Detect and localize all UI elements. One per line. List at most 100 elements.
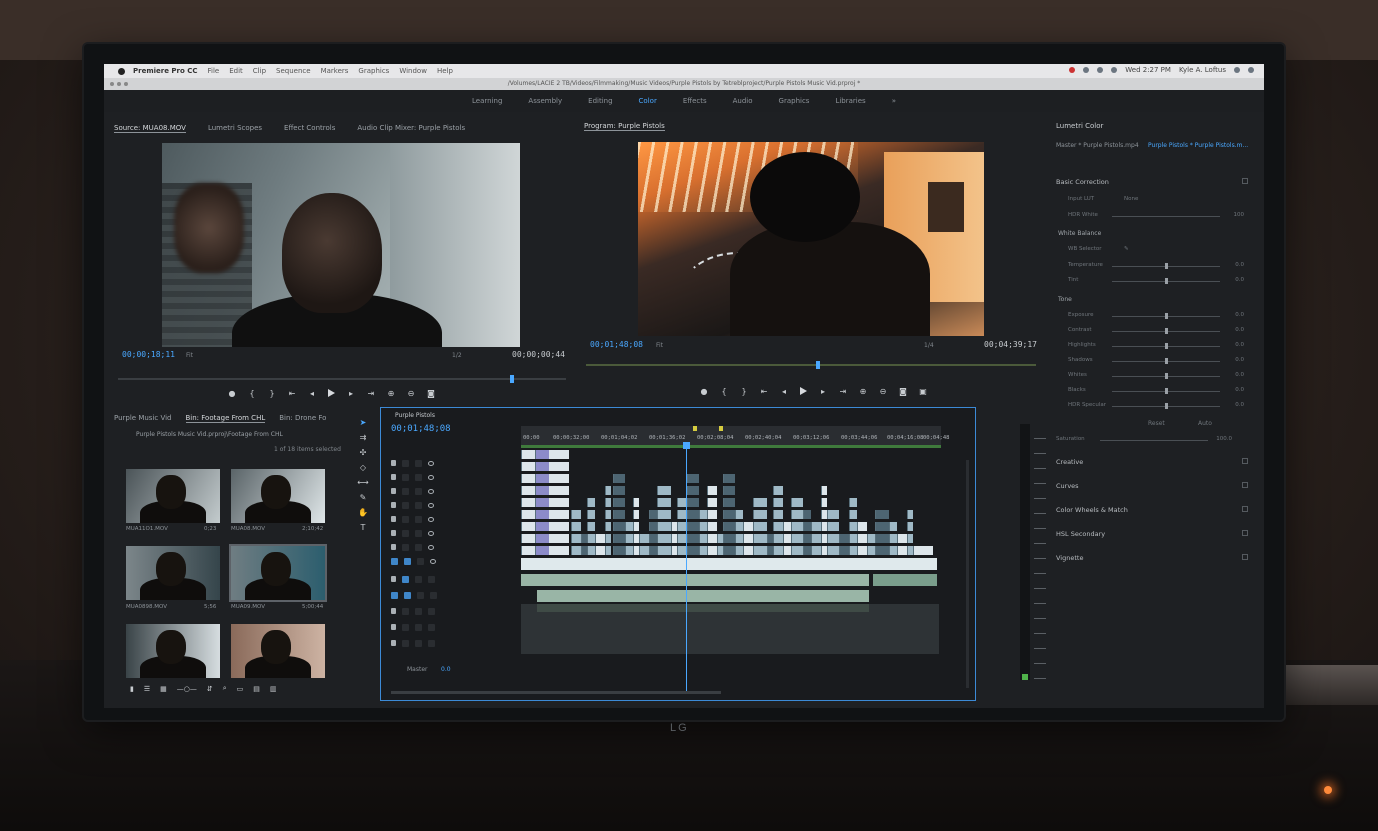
video-clip[interactable] bbox=[791, 510, 803, 519]
slider-knob[interactable] bbox=[1165, 373, 1168, 379]
eye-icon[interactable] bbox=[428, 474, 434, 480]
video-clip[interactable] bbox=[773, 546, 783, 555]
video-clip[interactable] bbox=[735, 534, 743, 543]
track-target-a2[interactable] bbox=[404, 591, 411, 599]
video-clip[interactable] bbox=[657, 546, 671, 555]
mark-in-icon[interactable]: ● bbox=[228, 389, 236, 398]
lock-icon[interactable] bbox=[391, 502, 396, 508]
icon-view-icon[interactable]: ▦ bbox=[160, 685, 167, 693]
clip-thumbnail[interactable] bbox=[126, 469, 220, 523]
solo-icon[interactable] bbox=[428, 639, 435, 647]
track-target-icon[interactable] bbox=[415, 501, 422, 509]
video-clip[interactable] bbox=[605, 534, 611, 543]
video-clip[interactable] bbox=[907, 510, 913, 519]
menu-file[interactable]: File bbox=[208, 67, 220, 75]
video-clip[interactable] bbox=[723, 534, 735, 543]
color-wheels-toggle[interactable] bbox=[1242, 506, 1248, 512]
curves-header[interactable]: Curves bbox=[1056, 482, 1079, 490]
mark-out-bracket-icon[interactable]: } bbox=[268, 389, 276, 398]
tone-slider-value[interactable]: 0.0 bbox=[1235, 327, 1244, 333]
wifi-icon[interactable] bbox=[1097, 67, 1104, 73]
solo-icon[interactable] bbox=[430, 591, 437, 599]
slider-knob[interactable] bbox=[1165, 388, 1168, 394]
basic-correction-toggle[interactable] bbox=[1242, 178, 1248, 184]
video-clip[interactable] bbox=[587, 522, 595, 531]
video-clip[interactable] bbox=[753, 546, 767, 555]
menu-help[interactable]: Help bbox=[437, 67, 453, 75]
tone-header[interactable]: Tone bbox=[1058, 296, 1072, 303]
video-clip[interactable] bbox=[723, 510, 735, 519]
sync-lock-icon[interactable] bbox=[402, 459, 409, 467]
video-clip[interactable] bbox=[707, 534, 717, 543]
video-clip[interactable] bbox=[657, 498, 671, 507]
video-clip[interactable] bbox=[571, 534, 581, 543]
video-clip[interactable] bbox=[571, 522, 581, 531]
video-clip[interactable] bbox=[535, 462, 549, 471]
video-clip[interactable] bbox=[889, 534, 897, 543]
video-clip[interactable] bbox=[605, 510, 611, 519]
video-clip[interactable] bbox=[907, 534, 913, 543]
video-clip[interactable] bbox=[707, 522, 717, 531]
sync-lock-icon[interactable] bbox=[402, 529, 409, 537]
audio-clip-a2[interactable] bbox=[537, 590, 869, 602]
video-clip[interactable] bbox=[605, 522, 611, 531]
lift-icon[interactable]: ⊕ bbox=[859, 387, 867, 396]
clip-thumbnail-selected[interactable] bbox=[229, 544, 327, 602]
timeline-horizontal-scrollbar[interactable] bbox=[391, 691, 721, 694]
solo-icon[interactable] bbox=[428, 623, 435, 631]
video-clip[interactable] bbox=[753, 522, 767, 531]
zoom-window-button[interactable] bbox=[124, 82, 128, 86]
video-clip[interactable] bbox=[639, 534, 649, 543]
video-clip[interactable] bbox=[687, 486, 699, 495]
tone-slider-value[interactable]: 0.0 bbox=[1235, 342, 1244, 348]
mute-icon[interactable] bbox=[415, 575, 422, 583]
auto-button[interactable]: Auto bbox=[1198, 420, 1212, 427]
video-clip[interactable] bbox=[753, 498, 767, 507]
video-clip[interactable] bbox=[791, 546, 803, 555]
video-clip[interactable] bbox=[535, 486, 549, 495]
hdr-white-value[interactable]: 100 bbox=[1234, 212, 1245, 218]
step-back-icon[interactable]: ◂ bbox=[308, 389, 316, 398]
video-clip[interactable] bbox=[595, 534, 605, 543]
notification-center-icon[interactable] bbox=[1248, 67, 1254, 73]
vignette-toggle[interactable] bbox=[1242, 554, 1248, 560]
go-to-in-icon[interactable]: ⇤ bbox=[288, 389, 296, 398]
video-clip[interactable] bbox=[587, 510, 595, 519]
program-playhead[interactable] bbox=[816, 361, 820, 369]
video-clip[interactable] bbox=[613, 498, 625, 507]
video-clip[interactable] bbox=[587, 546, 595, 555]
go-to-out-icon[interactable]: ⇥ bbox=[367, 389, 375, 398]
video-clip[interactable] bbox=[535, 474, 549, 483]
track-target-icon[interactable] bbox=[415, 515, 422, 523]
video-clip[interactable] bbox=[723, 498, 735, 507]
search-icon[interactable]: ⌕ bbox=[223, 684, 227, 693]
menu-markers[interactable]: Markers bbox=[321, 67, 349, 75]
video-clip[interactable] bbox=[625, 546, 633, 555]
video-clip[interactable] bbox=[857, 546, 867, 555]
video-clip[interactable] bbox=[773, 534, 783, 543]
adobe-cc-icon[interactable] bbox=[1069, 67, 1076, 73]
video-clip[interactable] bbox=[571, 546, 581, 555]
track-header[interactable] bbox=[391, 542, 511, 552]
video-clip[interactable] bbox=[791, 498, 803, 507]
curves-toggle[interactable] bbox=[1242, 482, 1248, 488]
video-clip[interactable] bbox=[889, 546, 897, 555]
video-clip[interactable] bbox=[699, 534, 707, 543]
eye-icon[interactable] bbox=[428, 502, 434, 508]
pen-tool-icon[interactable]: ✎ bbox=[360, 493, 367, 502]
video-clip[interactable] bbox=[773, 486, 783, 495]
eye-icon[interactable] bbox=[428, 530, 434, 536]
solo-icon[interactable] bbox=[428, 607, 435, 615]
video-clip[interactable] bbox=[625, 534, 633, 543]
tone-slider-value[interactable]: 0.0 bbox=[1235, 387, 1244, 393]
step-forward-icon[interactable]: ▸ bbox=[347, 389, 355, 398]
video-clip[interactable] bbox=[803, 546, 811, 555]
video-clip[interactable] bbox=[649, 546, 657, 555]
export-frame-icon[interactable]: ◙ bbox=[427, 389, 435, 398]
tone-slider-value[interactable]: 0.0 bbox=[1235, 357, 1244, 363]
video-clip[interactable] bbox=[657, 510, 671, 519]
video-clip[interactable] bbox=[875, 510, 889, 519]
video-clip[interactable] bbox=[753, 534, 767, 543]
video-clip[interactable] bbox=[743, 522, 753, 531]
video-clip[interactable] bbox=[827, 546, 839, 555]
